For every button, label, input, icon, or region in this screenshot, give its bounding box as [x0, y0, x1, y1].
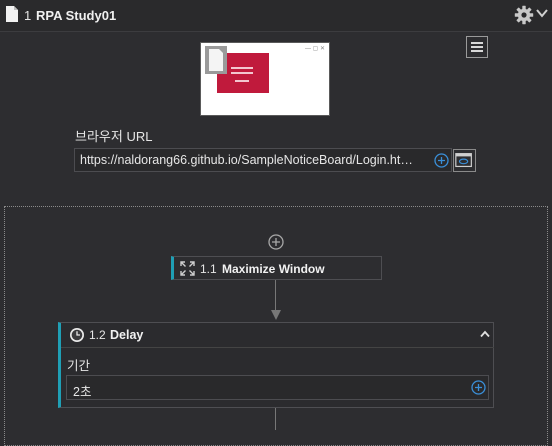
duration-input[interactable]: 2초 [66, 375, 489, 400]
connector-arrow-icon [271, 310, 281, 320]
browser-url-input[interactable]: https://naldorang66.github.io/SampleNoti… [74, 148, 452, 172]
add-activity-icon[interactable] [268, 234, 284, 250]
chevron-down-icon[interactable] [536, 6, 548, 20]
browser-screenshot-thumbnail[interactable]: — ▢ ✕ [200, 42, 330, 116]
activity-maximize-window[interactable]: 1.1 Maximize Window [171, 256, 382, 280]
collapse-chevron-icon[interactable] [479, 329, 491, 339]
document-icon [6, 6, 18, 22]
window-controls: — ▢ ✕ [304, 46, 325, 52]
add-variable-icon[interactable] [471, 380, 486, 395]
gear-icon[interactable] [514, 5, 534, 25]
activity-delay[interactable]: 1.2 Delay 기간 2초 [58, 322, 494, 408]
activity-title: Delay [110, 328, 144, 342]
clock-icon [70, 328, 84, 342]
activity-number: 1.1 [200, 262, 217, 276]
browser-window-icon [455, 153, 472, 168]
connector-line [275, 280, 276, 312]
page-icon [205, 46, 227, 74]
add-variable-icon[interactable] [434, 153, 449, 168]
duration-label: 기간 [67, 359, 91, 373]
maximize-icon [180, 261, 195, 276]
browser-select-button[interactable] [453, 149, 476, 172]
browser-url-label: 브라우저 URL [75, 129, 153, 144]
connector-line [275, 408, 276, 430]
browser-url-value: https://naldorang66.github.io/SampleNoti… [80, 153, 413, 167]
workflow-number: 1 [24, 8, 32, 23]
activity-number: 1.2 [89, 328, 106, 342]
workflow-title[interactable]: RPA Study01 [36, 8, 116, 23]
menu-button[interactable] [466, 36, 488, 58]
duration-value: 2초 [73, 385, 92, 399]
delay-header[interactable]: 1.2 Delay [61, 323, 494, 348]
workflow-header: 1 RPA Study01 [0, 0, 552, 32]
activity-title: Maximize Window [222, 262, 325, 276]
